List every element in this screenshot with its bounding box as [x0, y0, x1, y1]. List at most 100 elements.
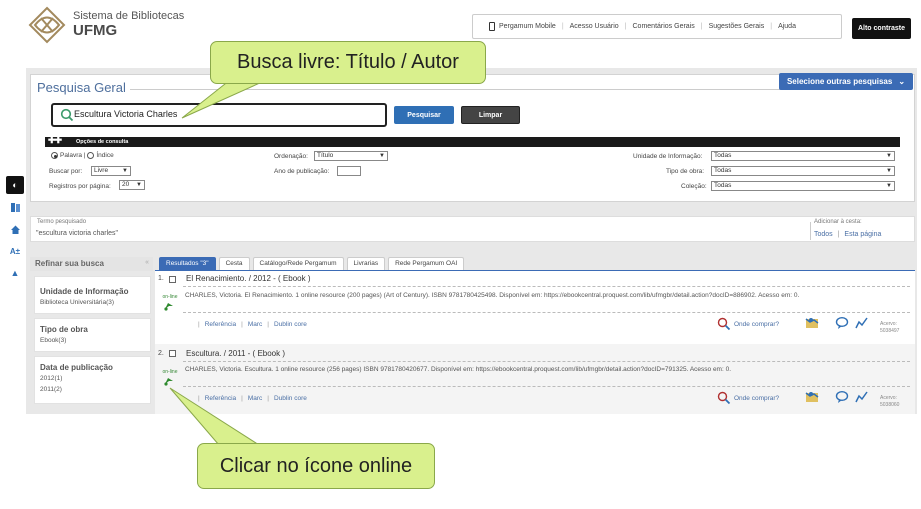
ordenacao-select[interactable]: Título ▼ — [314, 151, 388, 161]
other-searches-dropdown[interactable]: Selecione outras pesquisas ⌄ — [779, 73, 913, 90]
search-mode-group: Palavra | Índice — [51, 152, 114, 159]
radio-word[interactable] — [51, 152, 58, 159]
where-to-buy-link[interactable]: Onde comprar? — [734, 321, 779, 328]
options-bar[interactable]: ✚✚ Opções de consulta — [45, 135, 900, 147]
record-divider — [183, 361, 910, 362]
link-separator: | — [198, 395, 200, 402]
buscar-por-select[interactable]: Livre ▼ — [91, 166, 131, 176]
record-title[interactable]: Escultura. / 2011 - ( Ebook ) — [186, 349, 285, 358]
nav-pergamum-mobile[interactable]: Pergamum Mobile — [497, 23, 558, 30]
acervo-value: 5038060 — [880, 402, 900, 408]
where-to-buy-icon[interactable] — [717, 317, 731, 331]
acervo-number: Acervo: 5038060 — [880, 395, 899, 409]
facet-value[interactable]: 2011(2) — [40, 386, 62, 393]
unidade-value: Todas — [714, 152, 732, 159]
page-title: Pesquisa Geral — [37, 80, 126, 95]
link-separator: | — [267, 321, 269, 328]
chevron-down-icon: ▼ — [886, 153, 892, 159]
nav-sugestoes-gerais[interactable]: Sugestões Gerais — [707, 23, 767, 30]
search-button[interactable]: Pesquisar — [394, 106, 454, 124]
chevron-down-icon: ⌄ — [898, 77, 906, 86]
accessibility-toolbar: ◐ A± ▲ — [6, 176, 24, 286]
where-to-buy-icon[interactable] — [717, 391, 731, 405]
link-dublin-core[interactable]: Dublin core — [274, 395, 307, 402]
tipo-select[interactable]: Todas ▼ — [711, 166, 895, 176]
link-dublin-core[interactable]: Dublin core — [274, 321, 307, 328]
record-description: CHARLES, Victoria. El Renacimiento. 1 on… — [185, 292, 800, 299]
acervo-label: Acervo: — [880, 395, 897, 401]
chevron-down-icon: ▼ — [379, 153, 385, 159]
buscar-por-label: Buscar por: — [49, 168, 83, 175]
search-field[interactable]: Escultura Victoria Charles — [51, 103, 387, 127]
books-icon[interactable] — [6, 198, 24, 216]
comment-icon[interactable] — [835, 316, 849, 330]
high-contrast-button[interactable]: Alto contraste — [852, 18, 911, 39]
collapse-icon[interactable]: « — [145, 259, 149, 266]
online-label[interactable]: on-line — [160, 369, 180, 375]
font-size-icon[interactable]: A± — [6, 242, 24, 260]
search-input[interactable]: Escultura Victoria Charles — [74, 109, 177, 119]
link-referencia[interactable]: Referência — [205, 395, 236, 402]
facet-title: Unidade de Informação — [40, 287, 129, 296]
online-label[interactable]: on-line — [160, 294, 180, 300]
ano-label: Ano de publicação: — [274, 168, 330, 175]
registros-label: Registros por página: — [49, 183, 111, 190]
nav-acesso-usuario[interactable]: Acesso Usuário — [568, 23, 621, 30]
logo-title: UFMG — [73, 22, 118, 39]
scroll-top-icon[interactable]: ▲ — [6, 264, 24, 282]
ordenacao-value: Título — [317, 152, 334, 159]
tab-resultados[interactable]: Resultados "3" — [159, 257, 216, 270]
online-icon[interactable] — [163, 376, 175, 386]
basket-links: Todos | Esta página — [814, 231, 881, 238]
ufmg-logo-icon[interactable] — [27, 6, 67, 44]
tab-livrarias[interactable]: Livrarias — [346, 257, 386, 270]
online-icon[interactable] — [163, 301, 175, 311]
contrast-icon[interactable]: ◐ — [6, 176, 24, 194]
link-marc[interactable]: Marc — [248, 321, 262, 328]
facet-value[interactable]: Biblioteca Universitária(3) — [40, 299, 114, 306]
where-to-buy-link[interactable]: Onde comprar? — [734, 395, 779, 402]
result-record: 2. Escultura. / 2011 - ( Ebook ) on-line… — [155, 344, 915, 414]
record-title[interactable]: El Renacimiento. / 2012 - ( Ebook ) — [186, 274, 311, 283]
refine-title: Refinar sua busca — [35, 259, 104, 268]
colecao-select[interactable]: Todas ▼ — [711, 181, 895, 191]
mobile-icon — [489, 22, 495, 31]
home-icon[interactable] — [6, 220, 24, 238]
top-navigation: Pergamum Mobile | Acesso Usuário | Comen… — [472, 14, 842, 39]
clear-button[interactable]: Limpar — [461, 106, 520, 124]
facet-data: Data de publicação 2012(1) 2011(2) — [34, 356, 151, 404]
link-separator: | — [241, 321, 243, 328]
record-checkbox[interactable] — [169, 350, 176, 357]
record-checkbox[interactable] — [169, 276, 176, 283]
link-referencia[interactable]: Referência — [205, 321, 236, 328]
tipo-label: Tipo de obra: — [666, 168, 705, 175]
other-searches-label: Selecione outras pesquisas — [786, 77, 893, 86]
search-term-label: Termo pesquisado — [37, 219, 87, 225]
registros-select[interactable]: 20 ▼ — [119, 180, 145, 190]
acervo-value: 5038497 — [880, 328, 900, 334]
nav-separator: | — [624, 23, 627, 30]
tab-oai[interactable]: Rede Pergamum OAI — [388, 257, 465, 270]
tab-cesta[interactable]: Cesta — [218, 257, 250, 270]
link-marc[interactable]: Marc — [248, 395, 262, 402]
radio-index[interactable] — [87, 152, 95, 159]
tab-catalogo[interactable]: Catálogo/Rede Pergamum — [252, 257, 344, 270]
unidade-select[interactable]: Todas ▼ — [711, 151, 895, 161]
map-icon[interactable] — [805, 316, 819, 330]
basket-page-link[interactable]: Esta página — [844, 231, 881, 238]
nav-comentarios-gerais[interactable]: Comentários Gerais — [631, 23, 697, 30]
comment-icon[interactable] — [835, 390, 849, 404]
statistics-icon[interactable] — [855, 316, 869, 330]
radio-word-label: Palavra — [60, 152, 83, 160]
facet-value[interactable]: 2012(1) — [40, 375, 62, 382]
chevron-down-icon: ▼ — [122, 168, 128, 174]
nav-ajuda[interactable]: Ajuda — [776, 23, 798, 30]
record-divider — [183, 312, 910, 313]
facet-value[interactable]: Ebook(3) — [40, 337, 66, 344]
year-input[interactable] — [337, 166, 361, 176]
statistics-icon[interactable] — [855, 390, 869, 404]
map-icon[interactable] — [805, 390, 819, 404]
basket-separator: | — [837, 231, 840, 238]
chevron-down-icon: ▼ — [886, 183, 892, 189]
basket-all-link[interactable]: Todos — [814, 231, 833, 238]
